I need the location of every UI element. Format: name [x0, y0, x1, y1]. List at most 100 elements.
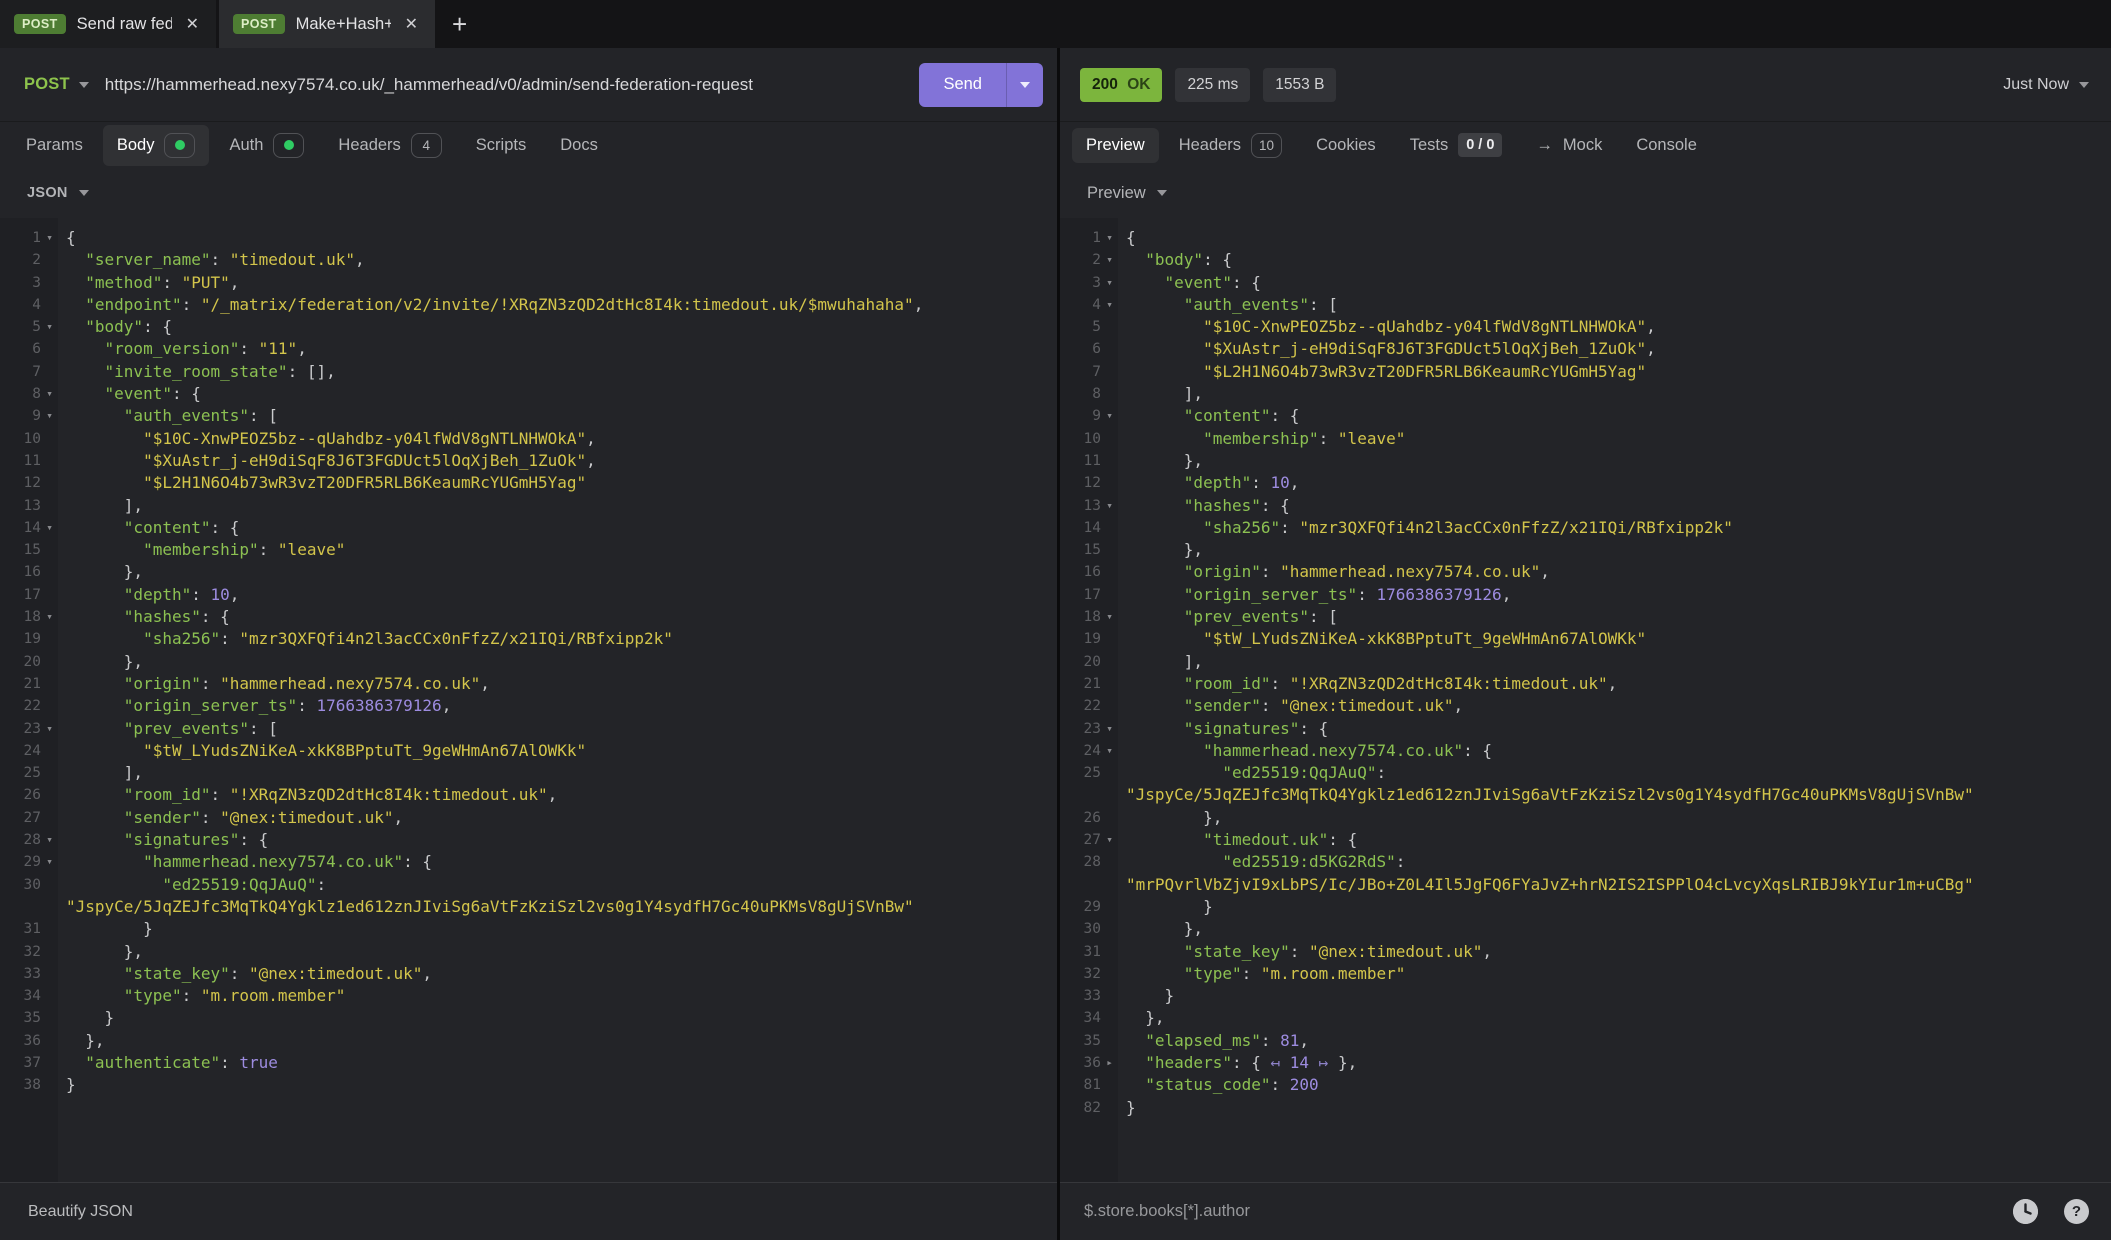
response-status-bar: 200 OK 225 ms 1553 B Just Now	[1060, 48, 2111, 122]
fold-open-icon[interactable]: ▾	[1101, 829, 1118, 851]
send-button[interactable]: Send	[919, 63, 1043, 107]
beautify-json-button[interactable]: Beautify JSON	[16, 1195, 145, 1229]
close-tab-icon[interactable]: ✕	[402, 12, 421, 36]
line-number: 14	[1060, 517, 1101, 539]
code-line: 35 "elapsed_ms": 81,	[1060, 1030, 2111, 1052]
tab-headers[interactable]: Headers4	[324, 125, 455, 166]
code-line: 22 "sender": "@nex:timedout.uk",	[1060, 695, 2111, 717]
line-number: 34	[1060, 1007, 1101, 1029]
url-input[interactable]: https://hammerhead.nexy7574.co.uk/_hamme…	[105, 75, 920, 95]
send-button-label[interactable]: Send	[919, 63, 1006, 107]
tab-headers[interactable]: Headers10	[1165, 125, 1296, 166]
body-type-select[interactable]: JSON	[27, 185, 89, 201]
code-line: 8 ],	[1060, 383, 2111, 405]
fold-collapsed-icon[interactable]: ▸	[1101, 1052, 1118, 1074]
code-line: 21 "origin": "hammerhead.nexy7574.co.uk"…	[0, 673, 1057, 695]
tab-tests[interactable]: Tests0 / 0	[1396, 125, 1517, 165]
tab-auth[interactable]: Auth	[215, 125, 318, 166]
line-number: 28	[1060, 851, 1101, 873]
code-line: "JspyCe/5JqZEJfc3MqTkQ4Ygklz1ed612znJIvi…	[0, 896, 1057, 918]
request-body-editor[interactable]: 1▾{2 "server_name": "timedout.uk",3 "met…	[0, 218, 1057, 1182]
fold-open-icon[interactable]: ▾	[41, 383, 58, 405]
fold-open-icon[interactable]: ▾	[41, 851, 58, 873]
gutter: 37	[0, 1052, 58, 1074]
tab-console[interactable]: Console	[1622, 128, 1711, 163]
code-line: 28 "ed25519:d5KG2RdS":	[1060, 851, 2111, 873]
fold-open-icon[interactable]: ▾	[41, 606, 58, 628]
code-text: "$XuAstr_j-eH9diSqF8J6T3FGDUct5lOqXjBeh_…	[1118, 338, 1656, 360]
app-window: POSTSend raw federati…✕POSTMake+Hash+Sig…	[0, 0, 2111, 1240]
code-text: },	[58, 1030, 105, 1052]
view-mode-select[interactable]: Preview	[1087, 184, 1167, 203]
fold-open-icon[interactable]: ▾	[1101, 405, 1118, 427]
tab-params[interactable]: Params	[12, 128, 97, 163]
gutter: 19	[1060, 628, 1118, 650]
line-number: 24	[1060, 740, 1101, 762]
line-number: 1	[0, 227, 41, 249]
code-text: "origin_server_ts": 1766386379126,	[58, 695, 451, 717]
mock-arrow-icon: →	[1536, 136, 1553, 155]
view-mode-row: Preview	[1060, 168, 2111, 218]
fold-open-icon[interactable]: ▾	[41, 829, 58, 851]
fold-open-icon[interactable]: ▾	[1101, 740, 1118, 762]
code-line: 27▾ "timedout.uk": {	[1060, 829, 2111, 851]
code-line: 14▾ "content": {	[0, 517, 1057, 539]
tab-docs[interactable]: Docs	[546, 128, 612, 163]
response-filter-input[interactable]	[1060, 1202, 2013, 1221]
line-number: 10	[1060, 428, 1101, 450]
code-text: {	[1118, 227, 1136, 249]
fold-open-icon[interactable]: ▾	[1101, 272, 1118, 294]
fold-open-icon[interactable]: ▾	[1101, 249, 1118, 271]
response-history-select[interactable]: Just Now	[2003, 76, 2089, 94]
history-clock-icon[interactable]	[2013, 1199, 2038, 1224]
gutter: 32	[1060, 963, 1118, 985]
gutter: 18▾	[0, 606, 58, 628]
gutter: 23▾	[1060, 718, 1118, 740]
new-tab-button[interactable]: +	[435, 0, 484, 48]
fold-open-icon[interactable]: ▾	[41, 316, 58, 338]
line-number: 3	[1060, 272, 1101, 294]
tab-cookies[interactable]: Cookies	[1302, 128, 1390, 163]
tab-preview[interactable]: Preview	[1072, 128, 1159, 163]
fold-open-icon[interactable]: ▾	[1101, 718, 1118, 740]
green-dot-icon	[284, 140, 294, 150]
fold-open-icon[interactable]: ▾	[41, 517, 58, 539]
code-text: }	[1118, 1097, 1136, 1119]
code-text: },	[1118, 1007, 1165, 1029]
line-number: 10	[0, 428, 41, 450]
code-line: 29▾ "hammerhead.nexy7574.co.uk": {	[0, 851, 1057, 873]
fold-open-icon[interactable]: ▾	[1101, 606, 1118, 628]
fold-open-icon[interactable]: ▾	[1101, 495, 1118, 517]
code-line: 22 "origin_server_ts": 1766386379126,	[0, 695, 1057, 717]
response-body-viewer[interactable]: 1▾{2▾ "body": {3▾ "event": {4▾ "auth_eve…	[1060, 218, 2111, 1182]
send-options-button[interactable]	[1006, 63, 1043, 107]
tab-title: Send raw federati…	[77, 15, 172, 34]
gutter: 3	[0, 272, 58, 294]
request-tab-inactive[interactable]: POSTMake+Hash+Sign…✕	[219, 0, 435, 48]
line-number: 31	[0, 918, 41, 940]
status-text: OK	[1127, 76, 1150, 93]
fold-open-icon[interactable]: ▾	[1101, 227, 1118, 249]
line-number: 28	[0, 829, 41, 851]
help-icon[interactable]: ?	[2064, 1199, 2089, 1224]
line-number: 25	[0, 762, 41, 784]
tab-body[interactable]: Body	[103, 125, 210, 166]
code-text: }	[1118, 985, 1174, 1007]
fold-open-icon[interactable]: ▾	[41, 405, 58, 427]
method-select[interactable]: POST	[16, 75, 97, 94]
request-tab-active[interactable]: POSTSend raw federati…✕	[0, 0, 216, 48]
response-subtabs: PreviewHeaders10CookiesTests0 / 0→MockCo…	[1060, 122, 2111, 168]
tab-scripts[interactable]: Scripts	[462, 128, 540, 163]
caret-down-icon	[79, 190, 89, 196]
close-tab-icon[interactable]: ✕	[183, 12, 202, 36]
gutter: 31	[1060, 941, 1118, 963]
code-text: "$tW_LYudsZNiKeA-xkK8BPptuTt_9geWHmAn67A…	[1118, 628, 1646, 650]
code-line: 19 "$tW_LYudsZNiKeA-xkK8BPptuTt_9geWHmAn…	[1060, 628, 2111, 650]
code-line: 10 "$10C-XnwPEOZ5bz--qUahdbz-y04lfWdV8gN…	[0, 428, 1057, 450]
fold-open-icon[interactable]: ▾	[1101, 294, 1118, 316]
tab-mock[interactable]: →Mock	[1522, 128, 1616, 163]
code-text: "$XuAstr_j-eH9diSqF8J6T3FGDUct5lOqXjBeh_…	[58, 450, 596, 472]
fold-open-icon[interactable]: ▾	[41, 227, 58, 249]
subtab-label: Headers	[1179, 136, 1241, 155]
fold-open-icon[interactable]: ▾	[41, 718, 58, 740]
